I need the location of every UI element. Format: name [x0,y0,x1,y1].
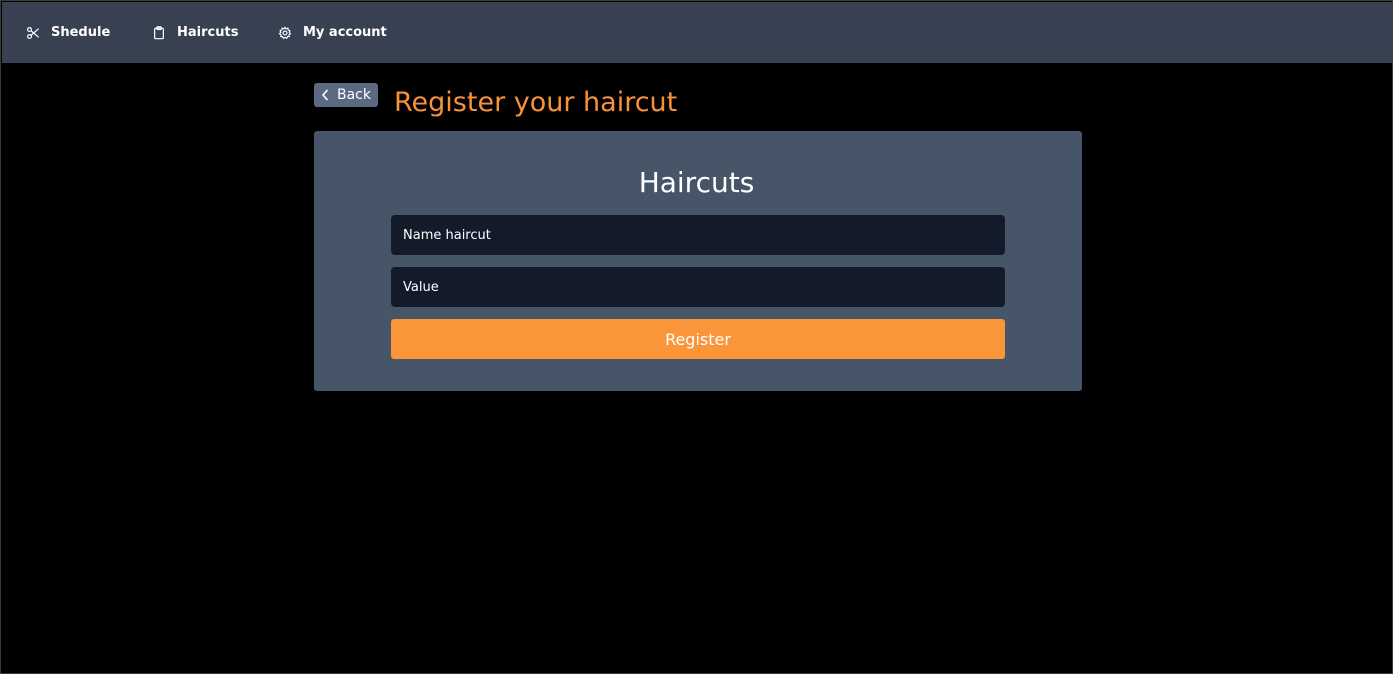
chevron-left-icon [321,89,329,101]
app-window: Shedule Haircuts My account Back Registe… [0,0,1393,674]
value-input[interactable] [391,267,1005,307]
name-haircut-input[interactable] [391,215,1005,255]
top-navigation-bar: Shedule Haircuts My account [2,2,1393,63]
scissors-icon [25,25,41,41]
register-button[interactable]: Register [391,319,1005,359]
back-button-label: Back [337,87,371,103]
nav-item-label: My account [303,25,387,40]
clipboard-icon [151,25,167,41]
nav-item-haircuts[interactable]: Haircuts [151,2,238,63]
nav-item-my-account[interactable]: My account [277,2,387,63]
back-button[interactable]: Back [314,83,378,107]
nav-item-label: Shedule [51,25,111,40]
page-title: Register your haircut [394,87,678,118]
form-title: Haircuts [638,166,755,199]
nav-item-label: Haircuts [177,25,239,40]
nav-item-shedule[interactable]: Shedule [25,2,110,63]
gear-icon [277,25,293,41]
